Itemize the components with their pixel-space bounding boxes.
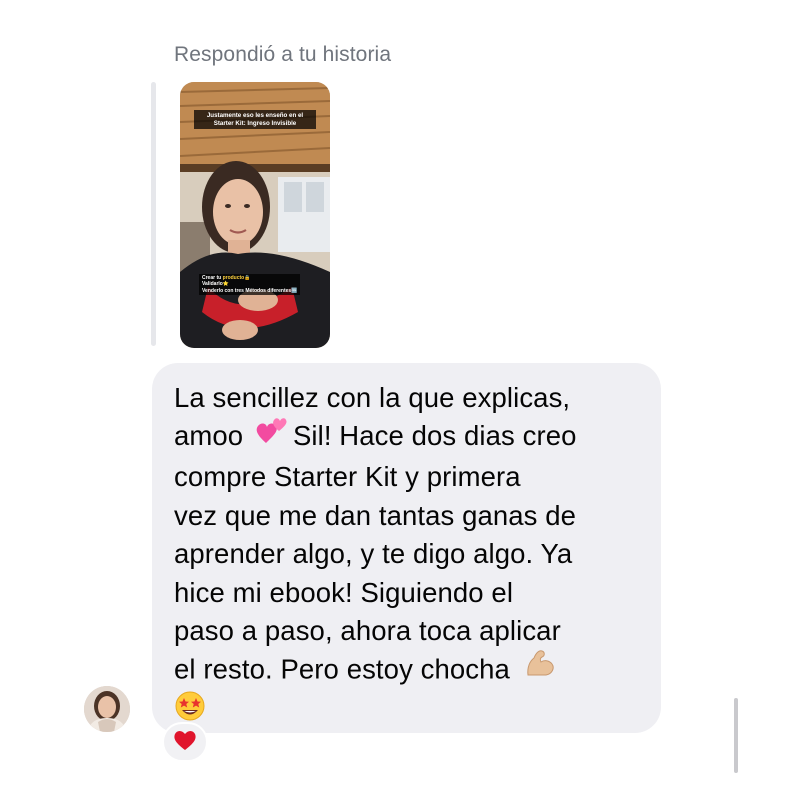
- reply-indicator-bar: [151, 82, 156, 346]
- message-line: vez que me dan tantas ganas de: [174, 499, 577, 531]
- message-line: paso a paso, ahora toca aplicar: [174, 614, 561, 646]
- reaction-badge[interactable]: [162, 722, 208, 762]
- message-text: Sil! Hace dos dias creo: [292, 420, 577, 452]
- chat-thread: Respondió a tu historia Justamente eso l…: [0, 0, 800, 800]
- message-line: [174, 691, 641, 735]
- message-line: amoo Sil! Hace dos dias creo: [174, 417, 641, 458]
- flexed-biceps-icon: [524, 647, 556, 689]
- two-hearts-icon: [255, 415, 289, 455]
- avatar[interactable]: [84, 686, 130, 732]
- story-step-3: Venderlo con tres Métodos diferentes🆒: [202, 287, 298, 294]
- story-thumbnail[interactable]: Justamente eso les enseño en el Starter …: [180, 82, 330, 348]
- scrollbar[interactable]: [734, 698, 738, 773]
- story-step-1-suffix: 🔒: [244, 275, 251, 281]
- message-text: el resto. Pero estoy chocha: [174, 653, 510, 685]
- story-caption-line-1: Justamente eso les enseño en el: [206, 112, 304, 119]
- red-heart-icon: [173, 729, 197, 756]
- message-bubble[interactable]: La sencillez con la que explicas, amoo S…: [152, 363, 661, 733]
- story-reply-label: Respondió a tu historia: [174, 43, 392, 66]
- story-caption-line-2: Starter Kit: Ingreso Invisible: [213, 119, 297, 127]
- story-caption: Justamente eso les enseño en el Starter …: [194, 110, 316, 129]
- avatar-photo: [84, 686, 130, 732]
- message-line: compre Starter Kit y primera: [174, 461, 521, 493]
- message-line: hice mi ebook! Siguiendo el: [174, 576, 514, 608]
- message-text: amoo: [174, 420, 244, 452]
- message-line: La sencillez con la que explicas,: [174, 382, 571, 413]
- message-line: aprender algo, y te digo algo. Ya: [174, 538, 573, 570]
- message-line: el resto. Pero estoy chocha: [174, 650, 641, 692]
- story-steps-list: Crear tu producto🔒 Validarlo⭐ Venderlo c…: [199, 274, 301, 296]
